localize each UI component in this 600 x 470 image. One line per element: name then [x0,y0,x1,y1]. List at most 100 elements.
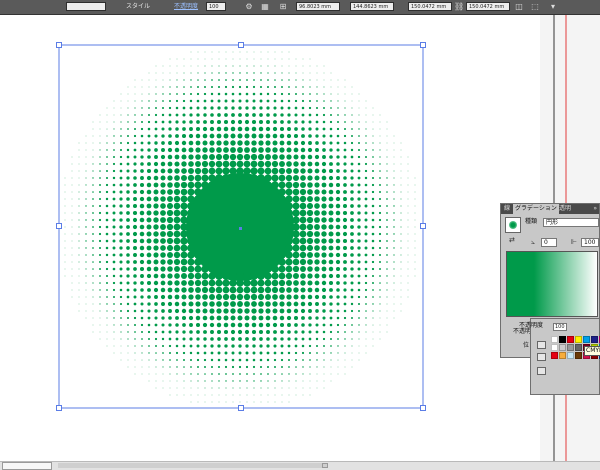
tab-gradient[interactable]: グラデーション [513,204,559,214]
halftone-dot [140,288,144,292]
swatch-color[interactable] [551,344,558,351]
handle-middle-left[interactable] [56,223,62,229]
halftone-dot [162,100,164,102]
document-setup-icon[interactable]: ⚙ [244,2,254,12]
halftone-dot [188,133,194,139]
halftone-dot [250,174,258,182]
scroll-marker[interactable] [322,463,328,468]
width-field[interactable]: 150.0472 mm [408,2,452,11]
reverse-gradient-icon[interactable]: ⇄ [509,236,515,244]
gradient-slider[interactable] [506,251,598,317]
halftone-dot [335,210,341,216]
halftone-dot [372,170,374,172]
gradient-preview-swatch[interactable] [505,217,521,233]
halftone-dot [260,380,262,382]
handle-middle-right[interactable] [420,223,426,229]
halftone-dot [264,265,272,273]
halftone-dot [176,72,178,74]
eyedropper-icon[interactable] [537,341,546,349]
halftone-dot [173,188,181,196]
pathfinder-icon[interactable]: ◫ [514,2,524,12]
transform-reference-icon[interactable]: ⊞ [278,2,288,12]
swatch-color[interactable] [559,344,566,351]
halftone-dot [337,345,339,347]
height-field[interactable]: 150.0472 mm [466,2,510,11]
y-field[interactable]: 144.8623 mm [350,2,394,11]
swatch-opacity-field[interactable]: 100 [553,323,567,331]
swatch-color[interactable] [567,336,574,343]
angle-field[interactable]: 0 [541,238,557,247]
halftone-dot [99,170,101,172]
halftone-dot [173,209,181,217]
halftone-dot [288,401,290,403]
handle-top-left[interactable] [56,42,62,48]
halftone-dot [92,296,94,298]
swatch-color[interactable] [567,352,574,359]
swatch-color[interactable] [551,352,558,359]
swatch-color[interactable] [591,336,598,343]
swatch-color[interactable] [567,344,574,351]
halftone-dot [280,344,284,348]
halftone-dot [222,160,230,168]
halftone-dot [204,366,206,368]
halftone-dot [357,183,361,187]
halftone-dot [209,133,215,139]
panel-menu-icon[interactable]: » [593,204,597,214]
color-group-icon[interactable] [537,367,546,375]
halftone-dot [323,380,325,382]
swatch-color[interactable] [575,344,582,351]
halftone-dot [264,181,272,189]
swatch-color[interactable] [575,336,582,343]
halftone-dot [105,197,109,201]
halftone-dot [203,337,207,341]
halftone-dot [217,99,221,103]
halftone-dot [231,92,235,96]
halftone-dot [162,380,164,382]
options-icon[interactable]: ▾ [548,2,558,12]
halftone-dot [329,127,333,131]
tab-transparency[interactable]: 透明 [557,204,573,214]
halftone-dot [215,167,223,175]
halftone-dot [148,359,150,361]
handle-bottom-left[interactable] [56,405,62,411]
swatch-color[interactable] [583,336,590,343]
halftone-dot [238,358,242,362]
halftone-dot [315,316,319,320]
opacity-link[interactable]: 不透明度 [174,2,198,12]
swatch-color[interactable] [559,352,566,359]
handle-bottom-right[interactable] [420,405,426,411]
halftone-dot [285,230,293,238]
halftone-dot [126,281,130,285]
halftone-dot [414,240,416,242]
x-field[interactable]: 96.8023 mm [296,2,340,11]
transform-icon[interactable]: ⬚ [530,2,540,12]
halftone-dot [230,147,236,153]
halftone-dot [208,167,216,175]
aspect-ratio-field[interactable]: 100 [581,238,599,247]
handle-bottom-center[interactable] [238,405,244,411]
halftone-dot [201,174,209,182]
halftone-dot [196,106,200,110]
handle-top-center[interactable] [238,42,244,48]
halftone-dot [127,345,129,347]
swatch-color[interactable] [559,336,566,343]
halftone-dot [393,240,395,242]
handle-top-right[interactable] [420,42,426,48]
halftone-dot [393,247,395,249]
halftone-dot [400,156,402,158]
link-proportions-icon[interactable]: ⛓ [454,2,464,12]
halftone-dot [196,337,200,341]
swatch-libraries-icon[interactable] [537,353,546,361]
halftone-dot [330,359,332,361]
stroke-field[interactable] [66,2,106,11]
horizontal-scrollbar[interactable] [58,463,328,468]
swatch-color[interactable] [575,352,582,359]
tab-stroke[interactable]: 線 [502,204,512,214]
align-icon[interactable]: ▦ [260,2,270,12]
gradient-type-select[interactable]: 円形 [543,218,599,227]
swatch-color[interactable] [551,336,558,343]
opacity-field[interactable]: 100 [206,2,226,11]
style-label[interactable]: スタイル [126,2,150,12]
halftone-dot [306,237,314,245]
halftone-dot [343,316,347,320]
